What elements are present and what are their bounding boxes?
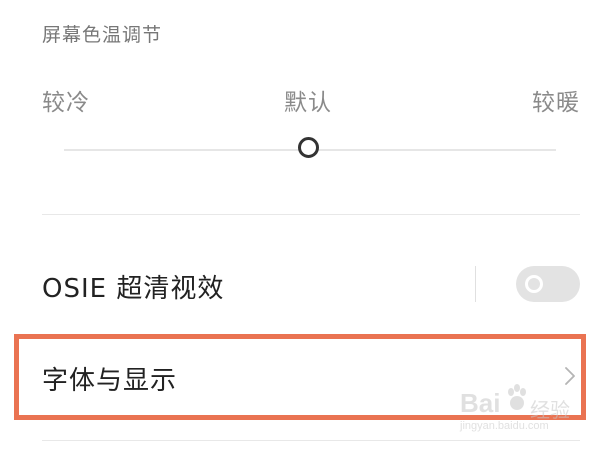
vertical-separator: [475, 266, 476, 302]
divider: [42, 440, 580, 441]
baidu-paw-icon: [508, 384, 526, 410]
baidu-jingyan-watermark: Bai 经验 jingyan.baidu.com: [452, 382, 592, 438]
osie-label: OSIE 超清视效: [42, 274, 225, 304]
temperature-default-label: 默认: [284, 90, 332, 116]
temperature-warm-label: 较暖: [532, 90, 580, 116]
font-display-row[interactable]: 字体与显示: [42, 360, 177, 397]
watermark-url: jingyan.baidu.com: [460, 420, 549, 432]
temperature-cold-label: 较冷: [42, 90, 90, 116]
divider: [42, 214, 580, 215]
watermark-product: 经验: [530, 398, 570, 422]
toggle-knob: [525, 275, 543, 293]
watermark-brand: Bai: [460, 388, 501, 418]
osie-toggle[interactable]: [516, 266, 580, 302]
color-temperature-title: 屏幕色温调节: [42, 24, 163, 46]
color-temperature-slider-thumb[interactable]: [298, 137, 319, 158]
display-settings-page: 屏幕色温调节 较冷 默认 较暖 OSIE 超清视效 字体与显示 Bai 经验 j…: [0, 0, 600, 450]
